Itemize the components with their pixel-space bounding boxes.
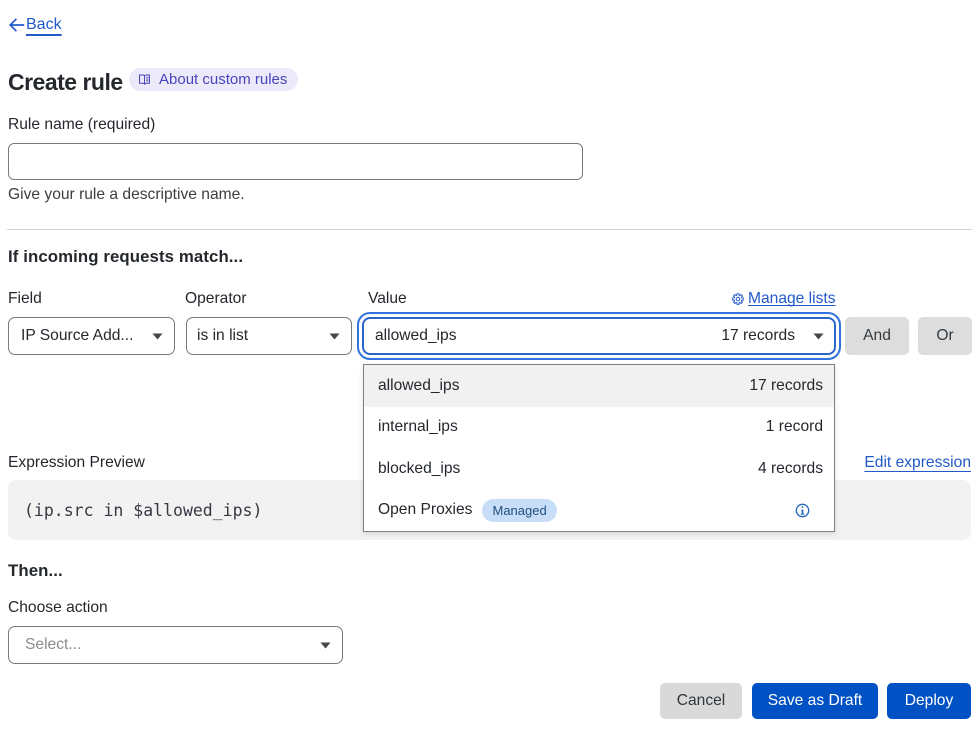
action-select-placeholder: Select...: [25, 636, 81, 654]
operator-select[interactable]: is in list: [186, 317, 352, 355]
save-as-draft-button[interactable]: Save as Draft: [752, 683, 878, 719]
about-button-label: About custom rules: [159, 71, 287, 88]
book-icon: [138, 73, 151, 86]
cancel-button[interactable]: Cancel: [660, 683, 742, 719]
dropdown-item-open-proxies[interactable]: Open Proxies Managed: [364, 490, 834, 532]
deploy-button[interactable]: Deploy: [887, 683, 971, 719]
field-label: Field: [8, 290, 42, 308]
and-button[interactable]: And: [845, 317, 909, 355]
chevron-down-icon: [329, 333, 340, 340]
rule-name-helper: Give your rule a descriptive name.: [8, 186, 245, 204]
choose-action-label: Choose action: [8, 599, 108, 617]
value-dropdown-list: allowed_ips 17 records internal_ips 1 re…: [363, 364, 835, 532]
or-button[interactable]: Or: [918, 317, 972, 355]
list-name: internal_ips: [378, 418, 458, 436]
page-header: Create rule About custom rules: [8, 69, 123, 96]
edit-expression-link[interactable]: Edit expression: [864, 454, 971, 472]
action-select[interactable]: Select...: [8, 626, 343, 664]
manage-lists-label: Manage lists: [748, 290, 836, 308]
back-arrow-icon: [8, 17, 25, 33]
back-label: Back: [26, 16, 62, 34]
field-select[interactable]: IP Source Add...: [8, 317, 175, 355]
value-label: Value: [368, 290, 407, 308]
gear-icon: [732, 293, 744, 305]
then-section-heading: Then...: [8, 561, 63, 581]
operator-label: Operator: [185, 290, 247, 308]
about-custom-rules-button[interactable]: About custom rules: [129, 68, 298, 91]
chevron-down-icon: [152, 333, 163, 340]
list-records: 17 records: [749, 377, 823, 395]
chevron-down-icon: [320, 642, 331, 649]
field-select-value: IP Source Add...: [21, 327, 133, 345]
page-title: Create rule: [8, 69, 123, 96]
value-select[interactable]: allowed_ips 17 records: [362, 317, 836, 355]
list-name: blocked_ips: [378, 460, 460, 478]
info-icon[interactable]: [795, 503, 810, 518]
dropdown-item-blocked-ips[interactable]: blocked_ips 4 records: [364, 448, 834, 490]
expression-preview-label: Expression Preview: [8, 454, 145, 472]
value-select-records: 17 records: [721, 327, 795, 345]
match-section-heading: If incoming requests match...: [8, 247, 243, 267]
list-records: 1 record: [766, 418, 823, 436]
back-link[interactable]: Back: [8, 16, 62, 34]
manage-lists-link[interactable]: Manage lists: [732, 290, 836, 308]
list-records: 4 records: [758, 460, 823, 478]
dropdown-item-allowed-ips[interactable]: allowed_ips 17 records: [364, 365, 834, 407]
expression-code: (ip.src in $allowed_ips): [24, 501, 262, 520]
chevron-down-icon: [813, 333, 824, 340]
value-select-name: allowed_ips: [375, 327, 457, 345]
rule-name-input[interactable]: [8, 143, 583, 180]
rule-name-label: Rule name (required): [8, 116, 155, 134]
dropdown-item-internal-ips[interactable]: internal_ips 1 record: [364, 407, 834, 449]
list-name: Open Proxies: [378, 501, 472, 519]
list-name: allowed_ips: [378, 377, 460, 395]
operator-select-value: is in list: [197, 327, 248, 345]
section-divider: [7, 229, 972, 230]
managed-badge: Managed: [482, 499, 556, 522]
